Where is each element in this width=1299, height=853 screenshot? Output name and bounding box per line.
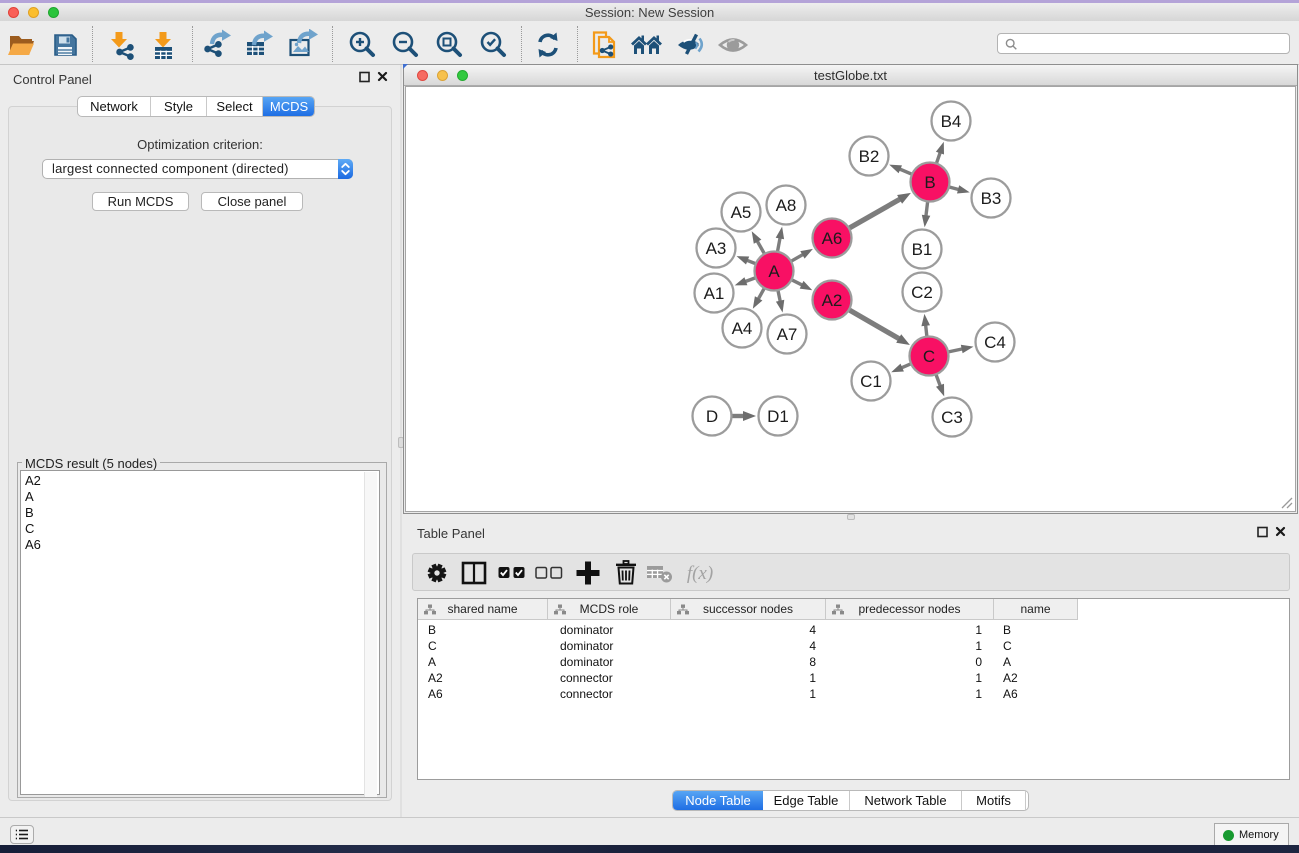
svg-text:A6: A6 [822, 229, 843, 248]
svg-text:C1: C1 [860, 372, 882, 391]
svg-text:B3: B3 [981, 189, 1002, 208]
svg-text:C4: C4 [984, 333, 1006, 352]
svg-text:A2: A2 [822, 291, 843, 310]
svg-text:A5: A5 [731, 203, 752, 222]
svg-text:A7: A7 [777, 325, 798, 344]
svg-text:A3: A3 [706, 239, 727, 258]
svg-text:A1: A1 [704, 284, 725, 303]
svg-text:A: A [768, 262, 780, 281]
svg-text:A4: A4 [732, 319, 753, 338]
svg-text:D: D [706, 407, 718, 426]
svg-text:C3: C3 [941, 408, 963, 427]
svg-text:B: B [924, 173, 935, 192]
svg-text:B1: B1 [912, 240, 933, 259]
svg-text:B4: B4 [941, 112, 962, 131]
svg-text:C2: C2 [911, 283, 933, 302]
svg-text:B2: B2 [859, 147, 880, 166]
svg-text:A8: A8 [776, 196, 797, 215]
svg-text:f(x): f(x) [687, 563, 713, 584]
svg-text:C: C [923, 347, 935, 366]
svg-text:D1: D1 [767, 407, 789, 426]
